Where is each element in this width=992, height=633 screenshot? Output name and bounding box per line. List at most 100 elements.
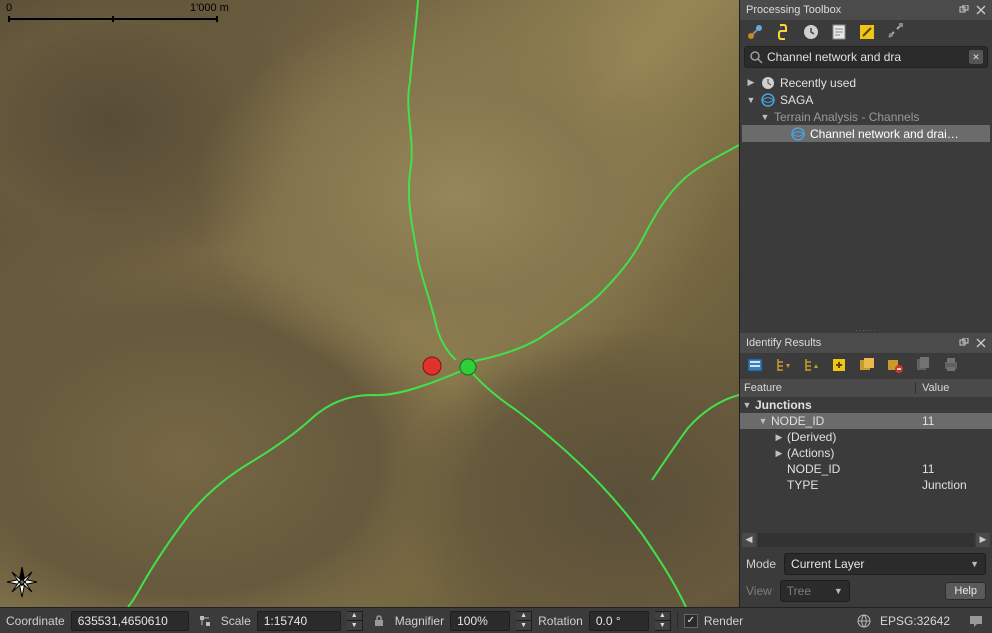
coord-input[interactable] [78, 614, 182, 628]
toolbox-search-input[interactable] [763, 50, 969, 64]
history-icon[interactable] [802, 23, 820, 41]
rotation-field[interactable] [589, 611, 649, 631]
tree-item-algorithm[interactable]: ▼ Channel network and drai… [742, 125, 990, 142]
options-icon[interactable] [886, 23, 904, 41]
expand-icon[interactable]: ▶ [746, 77, 756, 88]
expand-icon[interactable]: ▶ [774, 432, 784, 443]
up-icon: ▲ [655, 612, 670, 621]
up-icon: ▲ [347, 612, 362, 621]
coord-label: Coordinate [6, 614, 65, 628]
view-label: View [746, 584, 772, 598]
print-icon [942, 356, 960, 374]
render-label: Render [704, 614, 743, 628]
magnifier-label: Magnifier [395, 614, 444, 628]
junction-node-selected[interactable] [460, 359, 476, 375]
down-icon: ▼ [516, 621, 531, 630]
scroll-left-icon[interactable]: ◀ [742, 533, 756, 547]
collapse-icon[interactable]: ▼ [746, 95, 756, 105]
rotation-spin[interactable]: ▲▼ [655, 611, 671, 631]
toolbox-tree[interactable]: ▶ Recently used ▼ SAGA ▼ Terrain Analysi… [740, 72, 992, 327]
magnifier-field[interactable] [450, 611, 510, 631]
identify-derived-row[interactable]: ▶(Derived) [740, 429, 992, 445]
mode-label: Mode [746, 557, 776, 571]
model-designer-icon[interactable] [746, 23, 764, 41]
identify-hscroll[interactable]: ◀ ▶ [740, 531, 992, 548]
right-dock: Processing Toolbox ✕ ▶ [739, 0, 992, 607]
identify-attr-row[interactable]: ▶TYPE Junction [740, 477, 992, 493]
north-arrow [5, 565, 39, 599]
scale-label: Scale [221, 614, 251, 628]
undock-icon[interactable] [957, 3, 971, 17]
undock-icon[interactable] [957, 336, 971, 350]
tree-item-saga[interactable]: ▼ SAGA [742, 91, 990, 108]
render-checkbox[interactable]: ✓ [684, 614, 698, 628]
saga-icon [790, 126, 806, 142]
magnifier-input[interactable] [457, 614, 503, 628]
toolbox-search: ✕ [744, 46, 988, 68]
identify-actions-row[interactable]: ▶(Actions) [740, 445, 992, 461]
identify-mode-select[interactable]: Current Layer ▼ [784, 553, 986, 575]
toggle-extents-icon[interactable] [195, 611, 215, 631]
tree-label: Recently used [780, 76, 856, 90]
edit-in-place-icon[interactable] [858, 23, 876, 41]
rotation-label: Rotation [538, 614, 583, 628]
clear-search-icon[interactable]: ✕ [969, 50, 983, 64]
tree-item-recent[interactable]: ▶ Recently used [742, 74, 990, 91]
collapse-icon[interactable]: ▼ [742, 400, 752, 410]
identify-view-select: Tree ▼ [780, 580, 850, 602]
rotation-input[interactable] [596, 614, 642, 628]
python-console-icon[interactable] [774, 23, 792, 41]
down-icon: ▼ [655, 621, 670, 630]
identify-layer-row[interactable]: ▼Junctions [740, 397, 992, 413]
tree-label: Channel network and drai… [810, 127, 959, 141]
open-form-icon[interactable] [858, 356, 876, 374]
history-icon [760, 75, 776, 91]
magnifier-spin[interactable]: ▲▼ [516, 611, 532, 631]
crs-button[interactable]: EPSG:32642 [880, 614, 950, 628]
scale-spin[interactable]: ▲▼ [347, 611, 363, 631]
identify-feature-row[interactable]: ▼NODE_ID 11 [740, 413, 992, 429]
help-button[interactable]: Help [945, 582, 986, 600]
identify-feature-marker [423, 357, 441, 375]
crs-icon[interactable] [854, 611, 874, 631]
tree-label: SAGA [780, 93, 813, 107]
panel-title: Processing Toolbox [746, 4, 841, 16]
panel-title: Identify Results [746, 337, 821, 349]
identify-results-panel: Identify Results Feature Value [740, 333, 992, 607]
coord-field[interactable] [71, 611, 189, 631]
scale-field[interactable] [257, 611, 341, 631]
tree-item-group[interactable]: ▼ Terrain Analysis - Channels [742, 108, 990, 125]
saga-icon [760, 92, 776, 108]
search-icon [749, 50, 763, 64]
close-icon[interactable] [974, 3, 988, 17]
messages-icon[interactable] [966, 611, 986, 631]
up-icon: ▲ [516, 612, 531, 621]
channel-network-overlay [0, 0, 739, 607]
chevron-down-icon: ▼ [970, 559, 979, 569]
collapse-icon[interactable]: ▼ [758, 416, 768, 426]
tree-label: Terrain Analysis - Channels [774, 110, 919, 124]
scale-input[interactable] [264, 614, 334, 628]
results-icon[interactable] [830, 23, 848, 41]
lock-scale-icon[interactable] [369, 611, 389, 631]
map-canvas[interactable]: 0 1'000 m [0, 0, 739, 607]
clear-results-icon[interactable] [886, 356, 904, 374]
identify-table: Feature Value ▼Junctions ▼NODE_ID 11 ▶(D… [740, 379, 992, 493]
collapse-tree-icon[interactable] [802, 356, 820, 374]
scale-start: 0 [6, 2, 12, 14]
processing-toolbox-panel: Processing Toolbox ✕ ▶ [740, 0, 992, 327]
scroll-right-icon[interactable]: ▶ [976, 533, 990, 547]
view-form-icon[interactable] [746, 356, 764, 374]
close-icon[interactable] [974, 336, 988, 350]
collapse-icon[interactable]: ▼ [760, 112, 770, 122]
expand-icon[interactable]: ▶ [774, 448, 784, 459]
col-feature[interactable]: Feature [740, 382, 916, 394]
col-value[interactable]: Value [916, 382, 992, 394]
chevron-down-icon: ▼ [834, 586, 843, 596]
status-bar: Coordinate Scale ▲▼ Magnifier ▲▼ Rotatio… [0, 607, 992, 633]
down-icon: ▼ [347, 621, 362, 630]
identify-attr-row[interactable]: ▶NODE_ID 11 [740, 461, 992, 477]
copy-feature-icon [914, 356, 932, 374]
expand-tree-icon[interactable] [774, 356, 792, 374]
expand-new-results-icon[interactable] [830, 356, 848, 374]
